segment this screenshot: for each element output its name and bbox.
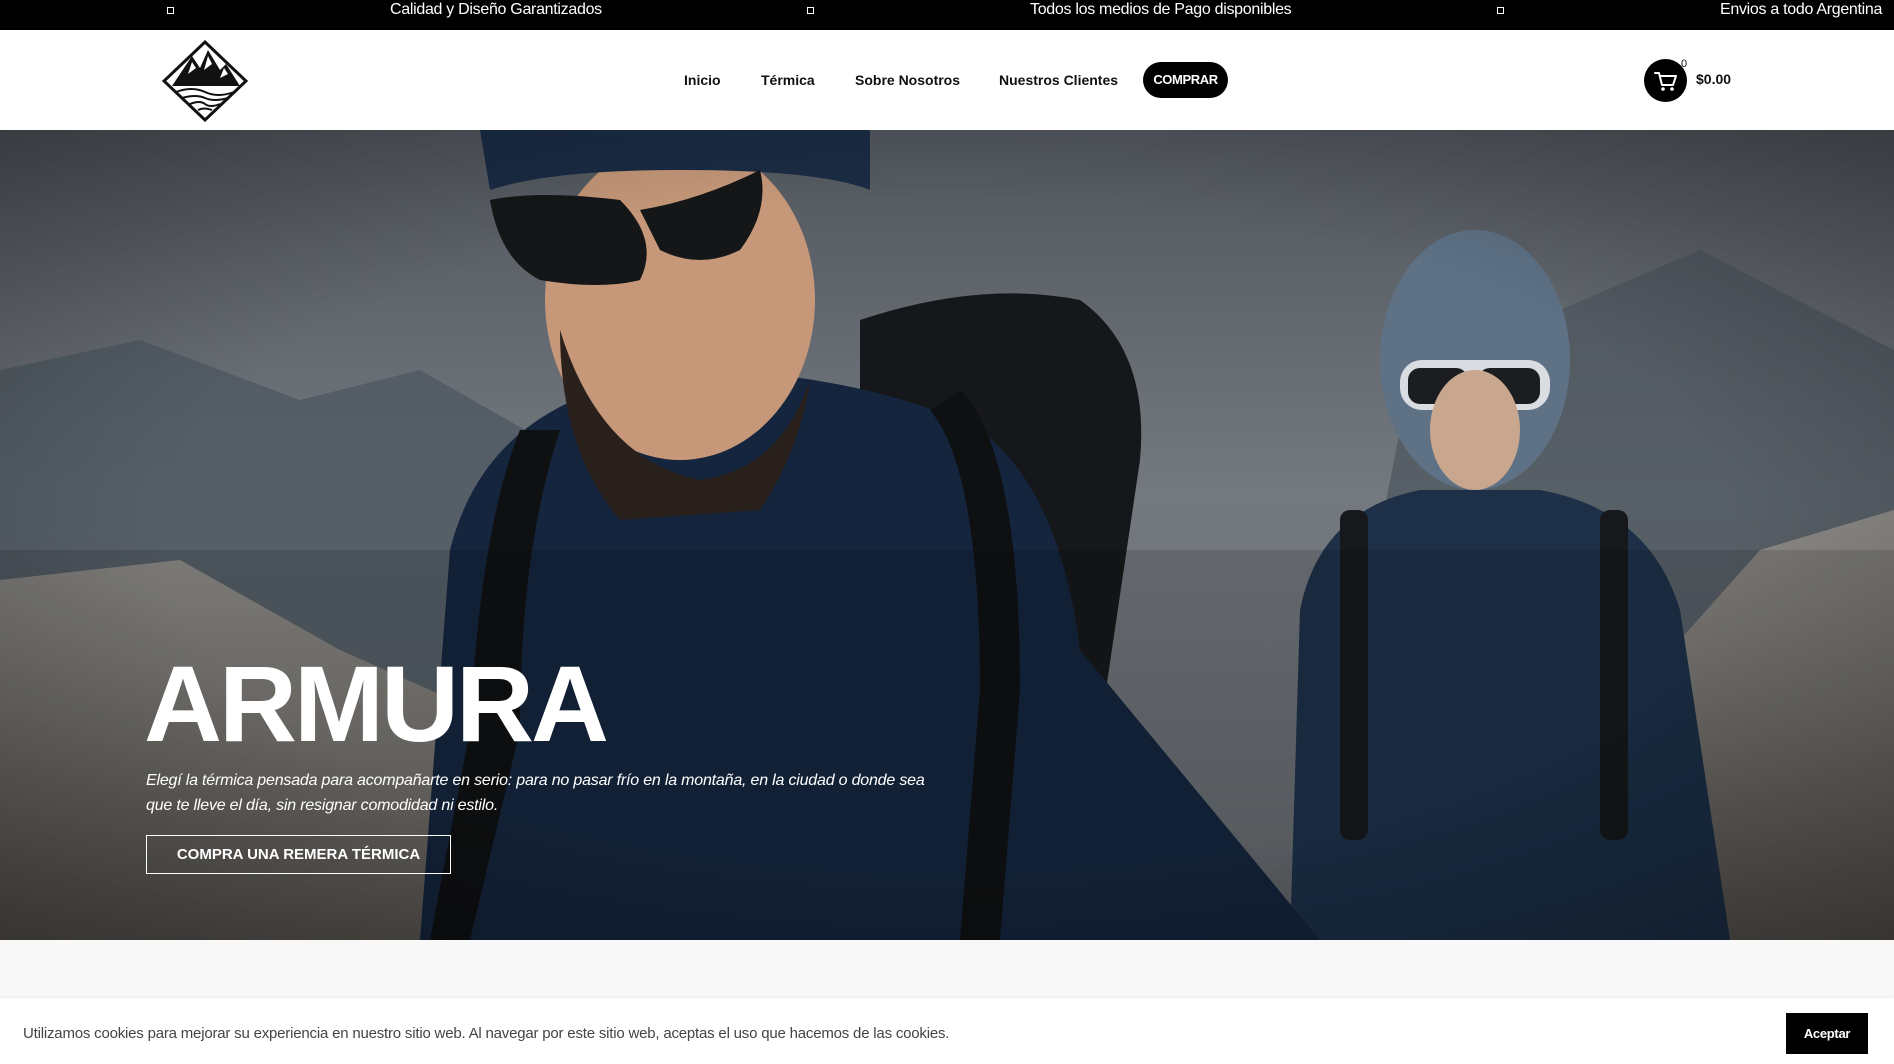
announcement-payment: Todos los medios de Pago disponibles bbox=[1030, 1, 1292, 18]
buy-button[interactable]: COMPRAR bbox=[1143, 62, 1228, 98]
cookie-message: Utilizamos cookies para mejorar su exper… bbox=[23, 1025, 950, 1042]
cookie-banner: Utilizamos cookies para mejorar su exper… bbox=[0, 998, 1894, 1064]
shop-thermal-shirt-button[interactable]: COMPRA UNA REMERA TÉRMICA bbox=[146, 835, 451, 874]
cart-total[interactable]: $0.00 bbox=[1696, 71, 1731, 87]
nav-termica[interactable]: Térmica bbox=[761, 62, 815, 98]
nav-inicio[interactable]: Inicio bbox=[684, 62, 721, 98]
bullet-icon bbox=[167, 7, 174, 14]
cart-count-badge: 0 bbox=[1681, 58, 1688, 70]
hero-photo bbox=[0, 130, 1894, 940]
accept-cookies-button[interactable]: Aceptar bbox=[1786, 1013, 1868, 1054]
mountain-logo-icon[interactable] bbox=[161, 39, 249, 123]
announcement-shipping: Envios a todo Argentina bbox=[1720, 1, 1883, 18]
nav-nuestros-clientes[interactable]: Nuestros Clientes bbox=[999, 62, 1118, 98]
nav-sobre-nosotros[interactable]: Sobre Nosotros bbox=[855, 62, 960, 98]
announcement-quality: Calidad y Diseño Garantizados bbox=[390, 1, 602, 18]
announcement-bar: Calidad y Diseño Garantizados Todos los … bbox=[0, 0, 1894, 30]
hero-title: ARMURA bbox=[144, 643, 609, 764]
bullet-icon bbox=[1497, 7, 1504, 14]
hero-banner: ARMURA Elegí la térmica pensada para aco… bbox=[0, 130, 1894, 940]
site-header: Inicio Térmica Sobre Nosotros Nuestros C… bbox=[0, 30, 1894, 130]
bullet-icon bbox=[807, 7, 814, 14]
hero-description: Elegí la térmica pensada para acompañart… bbox=[146, 772, 925, 814]
